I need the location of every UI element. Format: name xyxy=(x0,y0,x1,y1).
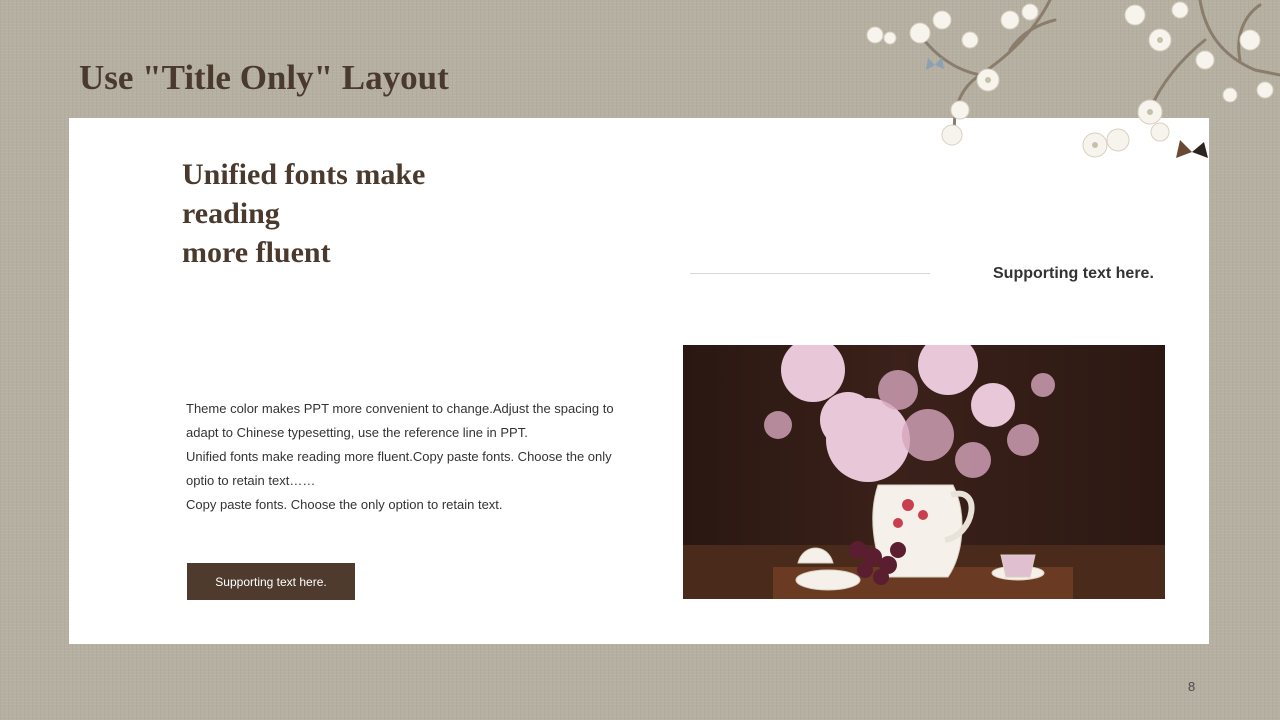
body-paragraph: Copy paste fonts. Choose the only option… xyxy=(186,497,503,512)
body-text: Theme color makes PPT more convenient to… xyxy=(186,397,631,517)
flower-vase-photo xyxy=(683,345,1165,599)
supporting-text: Supporting text here. xyxy=(993,265,1154,282)
body-paragraph: Unified fonts make reading more fluent.C… xyxy=(186,449,612,488)
butterfly-icon xyxy=(926,57,944,70)
body-paragraph: Theme color makes PPT more convenient to… xyxy=(186,401,614,440)
section-heading: Unified fonts make reading more fluent xyxy=(182,155,502,272)
magnolia-branch-icon xyxy=(866,0,1280,158)
heading-line: Unified fonts make xyxy=(182,158,426,191)
divider-line xyxy=(690,273,930,274)
butterfly-icon xyxy=(1176,140,1208,158)
page-number: 8 xyxy=(1188,679,1196,694)
heading-line: more fluent xyxy=(182,236,331,269)
supporting-text-button[interactable]: Supporting text here. xyxy=(187,563,355,600)
heading-line: reading xyxy=(182,197,280,230)
slide-title: Use "Title Only" Layout xyxy=(79,58,449,97)
